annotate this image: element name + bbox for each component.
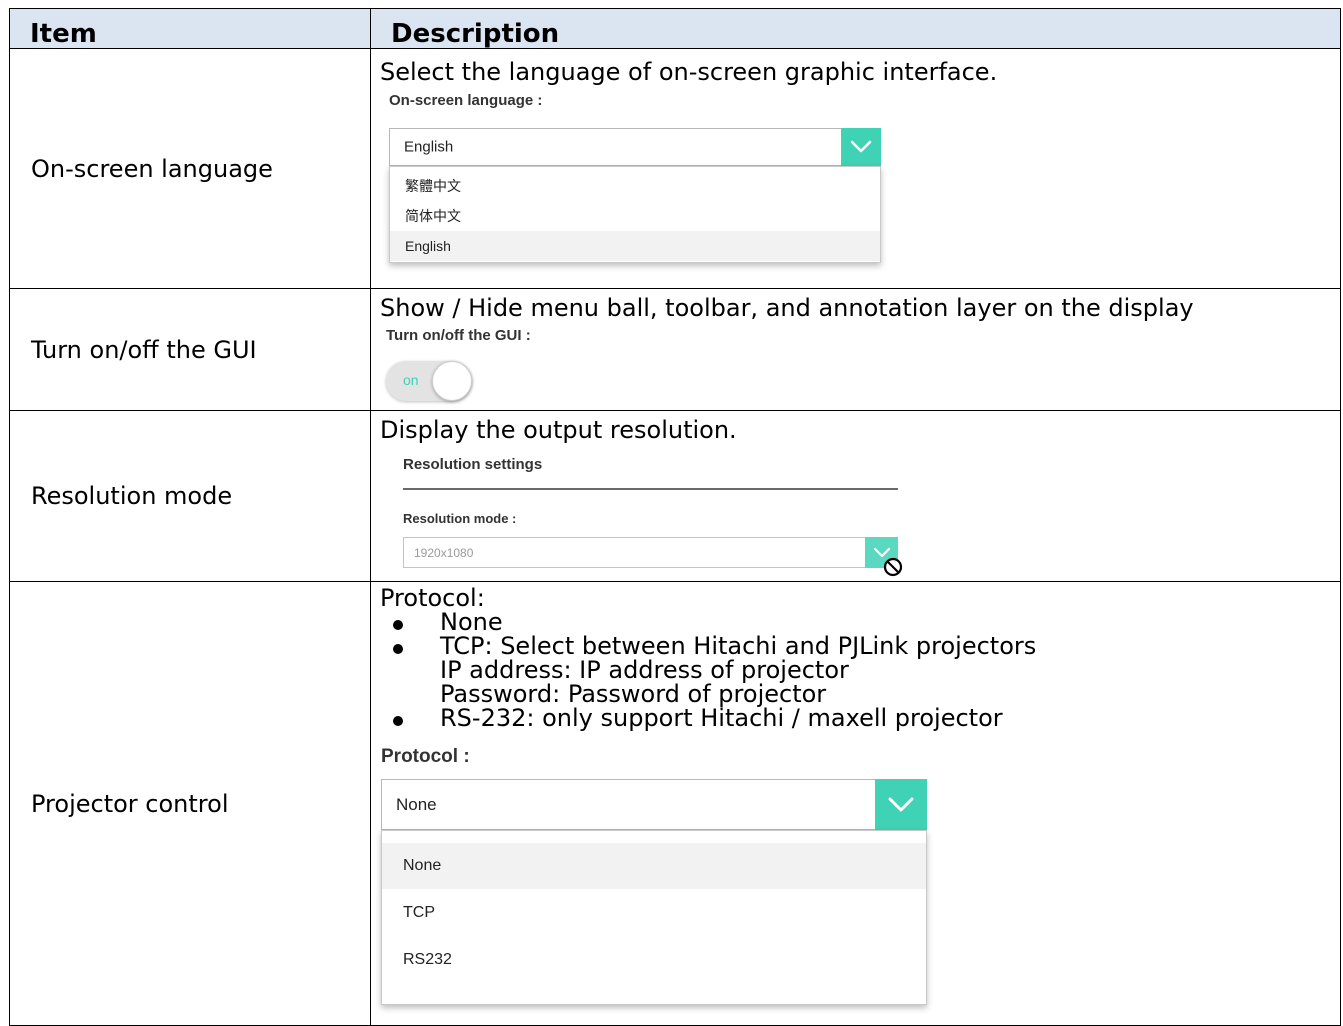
bullet-icon (393, 644, 403, 654)
gui-toggle[interactable]: on (386, 361, 472, 401)
language-field-label: On-screen language : (389, 92, 543, 109)
gui-field-label: Turn on/off the GUI : (386, 327, 531, 344)
row-item-projector: Projector control (9, 581, 371, 1026)
bullet-icon (393, 620, 403, 630)
protocol-field-label: Protocol : (381, 746, 470, 767)
chevron-down-icon[interactable] (841, 128, 881, 166)
language-description: Select the language of on-screen graphic… (380, 58, 998, 86)
row-item-label: Projector control (31, 789, 229, 818)
language-option[interactable]: 繁體中文 (390, 171, 880, 201)
resolution-description: Display the output resolution. (380, 416, 737, 444)
protocol-option[interactable]: RS232 (382, 937, 926, 983)
row-item-label: On-screen language (31, 154, 273, 183)
toggle-knob (432, 361, 472, 401)
row-item-language: On-screen language (9, 48, 371, 289)
protocol-option-selected[interactable]: None (382, 843, 926, 889)
row-item-gui: Turn on/off the GUI (9, 288, 371, 411)
no-entry-icon (883, 557, 903, 577)
language-option[interactable]: 简体中文 (390, 201, 880, 231)
row-item-label: Resolution mode (31, 482, 233, 510)
row-item-label: Turn on/off the GUI (31, 335, 257, 364)
resolution-section-title: Resolution settings (403, 456, 543, 473)
protocol-select[interactable]: None (381, 779, 927, 830)
header-description-text: Description (391, 19, 560, 49)
protocol-option[interactable]: TCP (382, 890, 926, 936)
bullet-icon (393, 716, 403, 726)
resolution-select[interactable]: 1920x1080 (403, 537, 898, 568)
protocol-line: RS-232: only support Hitachi / maxell pr… (440, 704, 1003, 732)
resolution-field-label: Resolution mode : (403, 511, 517, 526)
protocol-dropdown: None TCP RS232 (381, 830, 927, 1005)
header-item: Item (9, 8, 371, 49)
language-option-selected[interactable]: English (390, 231, 880, 261)
language-dropdown: 繁體中文 简体中文 English (389, 166, 881, 263)
header-description: Description (370, 8, 1341, 49)
language-select[interactable]: English (389, 128, 881, 166)
chevron-down-icon[interactable] (875, 779, 927, 830)
protocol-select-value: None (396, 794, 437, 814)
gui-toggle-state: on (403, 372, 419, 388)
language-select-value: English (404, 138, 454, 156)
row-item-resolution: Resolution mode (9, 410, 371, 582)
header-item-text: Item (30, 19, 97, 49)
gui-description: Show / Hide menu ball, toolbar, and anno… (380, 294, 1194, 322)
section-divider (403, 488, 898, 490)
resolution-select-value: 1920x1080 (414, 545, 474, 560)
